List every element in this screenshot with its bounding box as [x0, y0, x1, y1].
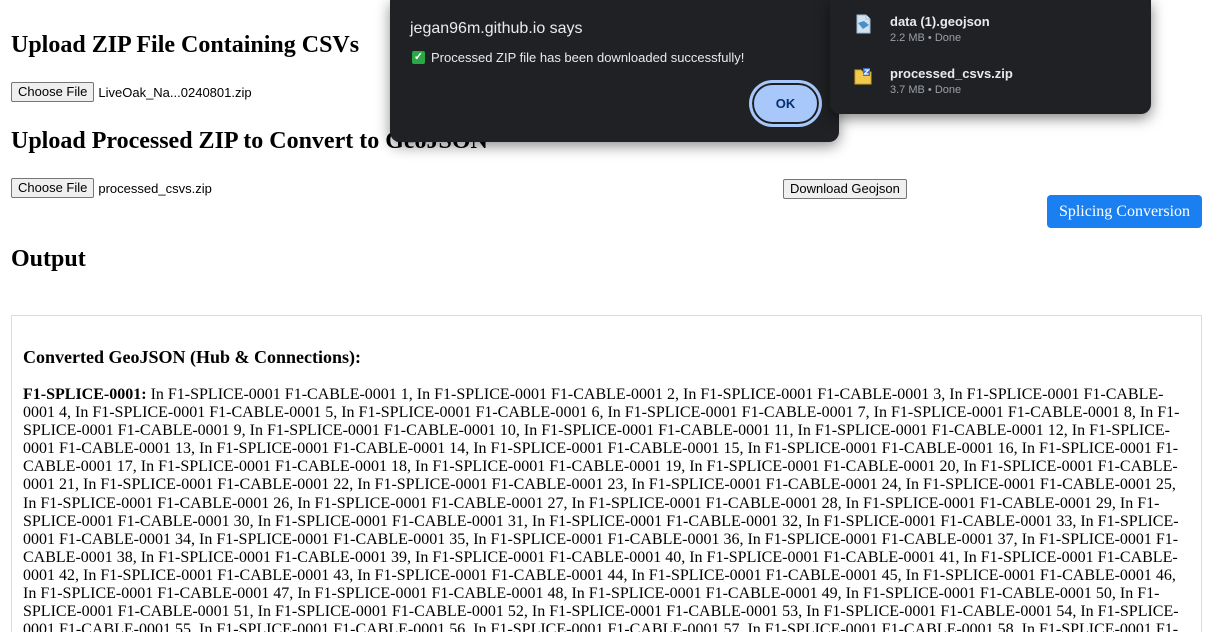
hub-label: F1-SPLICE-0001: — [23, 386, 147, 403]
output-title: Converted GeoJSON (Hub & Connections): — [23, 347, 361, 367]
processed-zip-choose-file-button[interactable]: Choose File — [11, 178, 95, 198]
upload-zip-heading: Upload ZIP File Containing CSVs — [11, 32, 360, 58]
download-item[interactable]: data (1).geojson 2.2 MB • Done — [830, 4, 1151, 54]
output-heading: Output — [11, 246, 86, 272]
download-item-meta: 2.2 MB • Done — [890, 32, 962, 44]
output-connections: F1-SPLICE-0001: In F1-SPLICE-0001 F1-CAB… — [23, 386, 1183, 632]
alert-title: jegan96m.github.io says — [410, 20, 583, 37]
processed-zip-file-input[interactable]: Choose File processed_csvs.zip — [11, 178, 212, 198]
ok-button[interactable]: OK — [750, 81, 821, 126]
zip-file-icon — [854, 68, 872, 85]
alert-message-row: ✓ Processed ZIP file has been downloaded… — [412, 50, 744, 65]
alert-dialog: jegan96m.github.io says ✓ Processed ZIP … — [390, 0, 839, 142]
output-panel: Converted GeoJSON (Hub & Connections): F… — [11, 315, 1202, 632]
upload-zip-file-name: LiveOak_Na...0240801.zip — [98, 84, 252, 100]
download-geojson-button[interactable]: Download Geojson — [783, 179, 907, 199]
splicing-conversion-button[interactable]: Splicing Conversion — [1047, 195, 1202, 228]
geojson-file-icon — [856, 14, 871, 34]
downloads-popup: data (1).geojson 2.2 MB • Done processed… — [830, 0, 1151, 114]
upload-zip-file-input[interactable]: Choose File LiveOak_Na...0240801.zip — [11, 82, 252, 102]
page: Upload ZIP File Containing CSVs Choose F… — [0, 0, 1214, 632]
connections-text: In F1-SPLICE-0001 F1-CABLE-0001 1, In F1… — [23, 386, 1180, 632]
download-item-name: processed_csvs.zip — [890, 66, 1013, 81]
processed-zip-file-name: processed_csvs.zip — [98, 180, 212, 196]
download-item-meta: 3.7 MB • Done — [890, 84, 962, 96]
download-item-name: data (1).geojson — [890, 14, 990, 29]
download-item[interactable]: processed_csvs.zip 3.7 MB • Done — [830, 56, 1151, 106]
check-icon: ✓ — [412, 51, 425, 64]
upload-zip-choose-file-button[interactable]: Choose File — [11, 82, 95, 102]
alert-message: Processed ZIP file has been downloaded s… — [431, 50, 745, 65]
